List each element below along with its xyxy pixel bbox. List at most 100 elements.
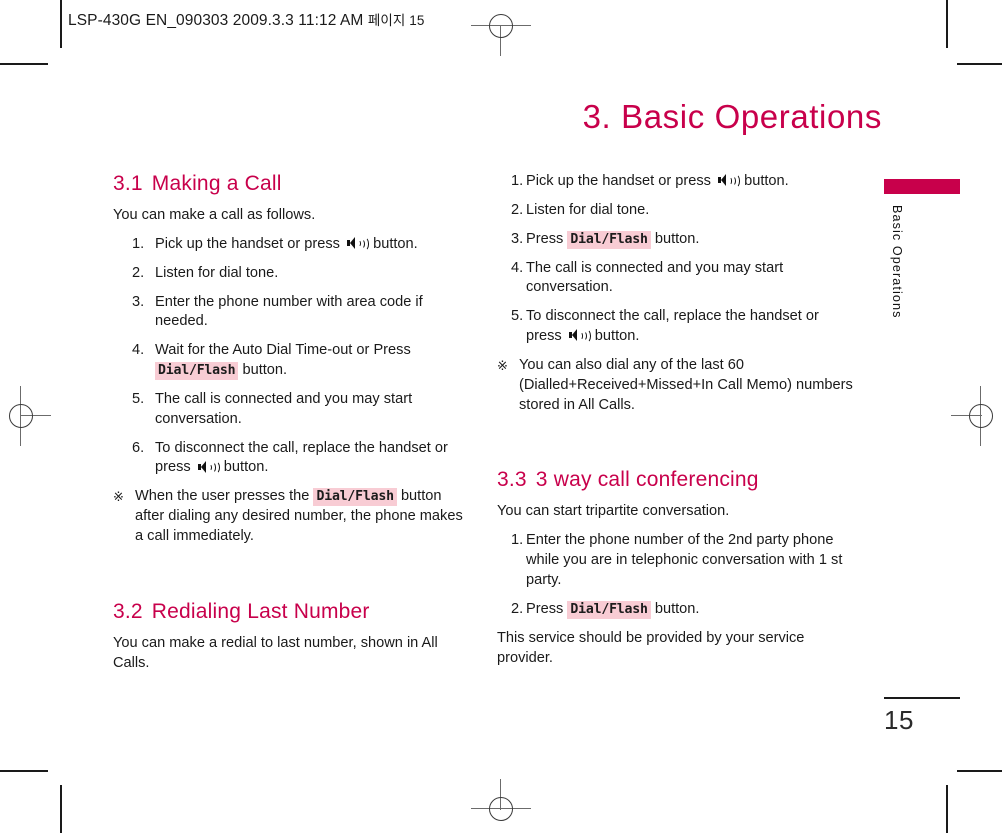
speaker-icon xyxy=(197,460,220,475)
page-title: 3. Basic Operations xyxy=(582,98,882,135)
list-item: 3. Press Dial/Flash button. xyxy=(497,230,857,250)
list-item-text-after: button. xyxy=(238,362,288,379)
note-mark-icon: ※ xyxy=(497,357,508,373)
section-3-1-step-list: 1. Pick up the handset or press button. 2.… xyxy=(113,235,463,478)
section-3-2-step-list: 1. Pick up the handset or press button. 2.… xyxy=(497,172,857,347)
list-item-text: Listen for dial tone. xyxy=(155,264,279,281)
list-item: 2. Listen for dial tone. xyxy=(497,201,857,221)
list-item-number: 1. xyxy=(511,532,524,549)
slug-filename-timestamp: LSP-430G EN_090303 2009.3.3 11:12 AM xyxy=(68,12,364,29)
list-item: 3. Enter the phone number with area code … xyxy=(113,293,463,333)
section-3-1-lead: You can make a call as follows. xyxy=(113,207,316,223)
dial-flash-key: Dial/Flash xyxy=(567,230,651,249)
speaker-icon xyxy=(347,236,369,251)
list-item-text-after: button. xyxy=(590,328,640,345)
folio-rule xyxy=(884,697,960,699)
list-item-text-after: button. xyxy=(650,230,700,247)
dial-flash-key: Dial/Flash xyxy=(155,362,239,381)
section-title: Redialing Last Number xyxy=(151,599,370,623)
list-item-text: Wait for the Auto Dial Time-out or Press xyxy=(155,342,411,359)
list-item-number: 4. xyxy=(511,259,524,276)
list-item-number: 2. xyxy=(511,201,524,218)
section-heading-3-1: 3.1 Making a Call xyxy=(113,172,463,196)
section-number: 3.1 xyxy=(113,172,143,195)
section-3-3-closing: This service should be provided by your … xyxy=(497,629,805,666)
list-item-text: Listen for dial tone. xyxy=(526,201,650,218)
section-3-3-step-list: 1. Enter the phone number of the 2nd part… xyxy=(497,531,857,619)
registration-mark-top xyxy=(471,0,531,56)
list-item-text: Press xyxy=(526,230,564,247)
list-item-text: The call is connected and you may start … xyxy=(526,259,784,296)
registration-mark-bottom xyxy=(471,779,531,839)
list-item-text-after: button. xyxy=(369,235,418,252)
list-item-text: Pick up the handset or press xyxy=(526,173,711,189)
crop-mark-bottom-right-vertical xyxy=(946,785,948,833)
note-mark-icon: ※ xyxy=(113,489,124,505)
list-item: 6. To disconnect the call, replace the ha… xyxy=(113,439,463,479)
list-item: 5. The call is connected and you may star… xyxy=(113,390,463,430)
registration-circle xyxy=(489,14,513,38)
crop-mark-top-left-horizontal xyxy=(0,63,48,65)
section-title: Making a Call xyxy=(151,172,282,195)
note-text-before: When the user presses the xyxy=(135,488,310,505)
list-item-number: 2. xyxy=(511,600,524,617)
list-item: 2. Press Dial/Flash button. xyxy=(497,600,857,620)
crop-mark-bottom-right-horizontal xyxy=(957,770,1002,772)
list-item: 2. Listen for dial tone. xyxy=(113,264,463,284)
section-3-1-note: ※ When the user presses the Dial/Flash bu… xyxy=(113,487,463,547)
page-number: 15 xyxy=(884,705,914,735)
list-item-number: 6. xyxy=(132,439,145,456)
left-column: 3.1 Making a Call You can make a call as … xyxy=(113,172,463,683)
crop-mark-top-right-vertical xyxy=(946,0,948,48)
list-item: 5. To disconnect the call, replace the ha… xyxy=(497,307,857,347)
list-item-text-after: button. xyxy=(650,600,700,617)
list-item: 4. The call is connected and you may star… xyxy=(497,259,857,299)
slug-korean-page: 페이지 15 xyxy=(367,13,425,28)
right-column: 1. Pick up the handset or press button. 2.… xyxy=(497,172,857,677)
registration-circle xyxy=(9,404,33,428)
list-item-number: 5. xyxy=(132,390,145,407)
crop-mark-bottom-left-vertical xyxy=(60,785,62,833)
list-item: 1. Pick up the handset or press button. xyxy=(113,235,463,255)
list-item-number: 5. xyxy=(511,308,524,325)
print-slug-line: LSP-430G EN_090303 2009.3.3 11:12 AM 페이지… xyxy=(68,9,425,30)
crop-mark-bottom-left-horizontal xyxy=(0,770,48,772)
chapter-tab-bar xyxy=(884,179,960,194)
list-item: 4. Wait for the Auto Dial Time-out or Pre… xyxy=(113,341,463,381)
list-item-number: 1. xyxy=(511,173,524,189)
section-number: 3.3 xyxy=(497,468,527,492)
section-heading-3-2: 3.2 Redialing Last Number xyxy=(113,600,463,624)
section-heading-3-3: 3.3 3 way call conferencing xyxy=(497,468,857,492)
registration-mark-left xyxy=(0,386,51,446)
registration-circle xyxy=(489,797,513,821)
section-number: 3.2 xyxy=(113,599,143,623)
dial-flash-key: Dial/Flash xyxy=(567,600,651,619)
dial-flash-key: Dial/Flash xyxy=(313,488,397,507)
speaker-icon xyxy=(718,174,740,188)
registration-circle xyxy=(969,404,993,428)
list-item: 1. Enter the phone number of the 2nd part… xyxy=(497,531,857,591)
list-item-number: 3. xyxy=(132,293,145,310)
chapter-tab-label: Basic Operations xyxy=(890,205,904,319)
list-item-text-after: button. xyxy=(219,459,269,476)
list-item-text-after: button. xyxy=(740,173,789,189)
list-item-number: 3. xyxy=(511,230,524,247)
list-item-number: 4. xyxy=(132,342,145,359)
list-item-text: Enter the phone number of the 2nd party … xyxy=(526,532,843,588)
list-item: 1. Pick up the handset or press button. xyxy=(497,172,857,192)
list-item-number: 2. xyxy=(132,264,145,281)
list-item-number: 1. xyxy=(132,235,145,252)
crop-mark-top-left-vertical xyxy=(60,0,62,48)
section-3-2-lead: You can make a redial to last number, sh… xyxy=(113,634,438,671)
note-text: You can also dial any of the last 60 (Di… xyxy=(519,356,853,413)
list-item-text: Press xyxy=(526,600,564,617)
crop-mark-top-right-horizontal xyxy=(957,63,1002,65)
list-item-text: The call is connected and you may start … xyxy=(155,390,413,427)
list-item-text: Enter the phone number with area code if… xyxy=(155,293,423,330)
section-3-2-note: ※ You can also dial any of the last 60 (D… xyxy=(497,356,857,416)
registration-mark-right xyxy=(951,386,1002,446)
section-title: 3 way call conferencing xyxy=(535,468,759,492)
speaker-icon xyxy=(568,329,591,343)
